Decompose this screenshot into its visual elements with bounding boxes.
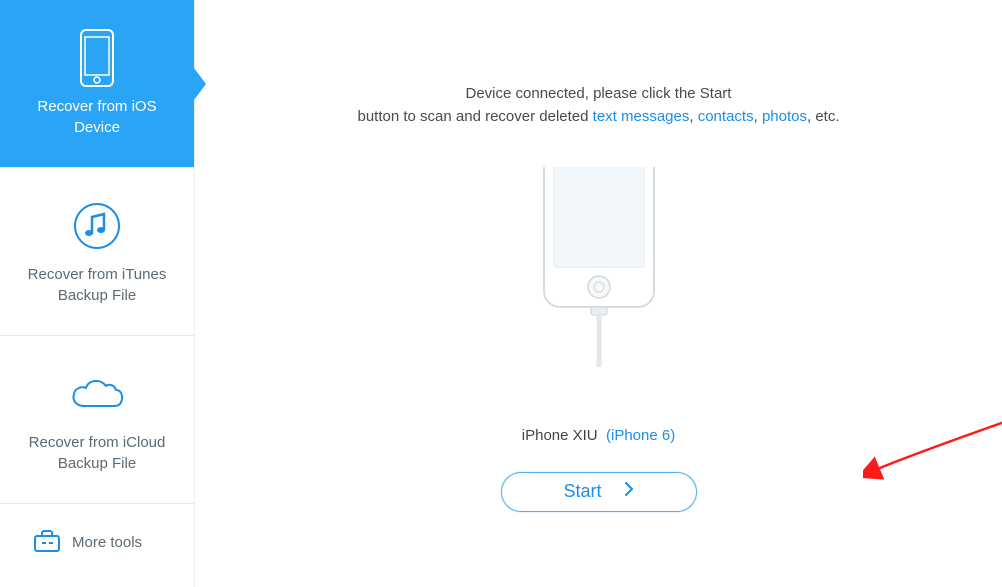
instruction-text: Device connected, please click the Start… xyxy=(357,82,839,129)
sidebar-item-label: Recover from iOS Device xyxy=(0,97,194,138)
sidebar: Recover from iOS Device Recover from iTu… xyxy=(0,0,195,587)
main-panel: Device connected, please click the Start… xyxy=(195,0,1002,587)
link-contacts[interactable]: contacts xyxy=(698,108,754,125)
sidebar-item-more-tools[interactable]: More tools xyxy=(0,504,194,582)
toolbox-icon xyxy=(34,530,60,556)
instruction-line1: Device connected, please click the Start xyxy=(357,82,839,105)
annotation-arrow-icon xyxy=(863,400,1002,490)
sidebar-item-label: Recover from iCloud Backup File xyxy=(0,433,194,474)
phone-icon xyxy=(80,29,114,87)
start-button-label: Start xyxy=(563,481,601,502)
sidebar-item-label: Recover from iTunes Backup File xyxy=(0,265,194,306)
music-disc-icon xyxy=(72,197,122,255)
device-illustration xyxy=(529,167,669,367)
device-model: (iPhone 6) xyxy=(606,427,675,444)
start-button[interactable]: Start xyxy=(501,472,697,512)
sidebar-item-label: More tools xyxy=(72,533,142,553)
instruction-line2: button to scan and recover deleted text … xyxy=(357,105,839,128)
sidebar-item-ios-device[interactable]: Recover from iOS Device xyxy=(0,0,194,168)
device-name: iPhone XIU xyxy=(522,427,598,444)
device-info: iPhone XIU (iPhone 6) xyxy=(522,427,675,444)
sidebar-item-itunes[interactable]: Recover from iTunes Backup File xyxy=(0,168,194,336)
sidebar-item-icloud[interactable]: Recover from iCloud Backup File xyxy=(0,336,194,504)
cloud-icon xyxy=(68,365,126,423)
chevron-right-icon xyxy=(624,482,634,501)
link-photos[interactable]: photos xyxy=(762,108,807,125)
link-text-messages[interactable]: text messages xyxy=(593,108,690,125)
